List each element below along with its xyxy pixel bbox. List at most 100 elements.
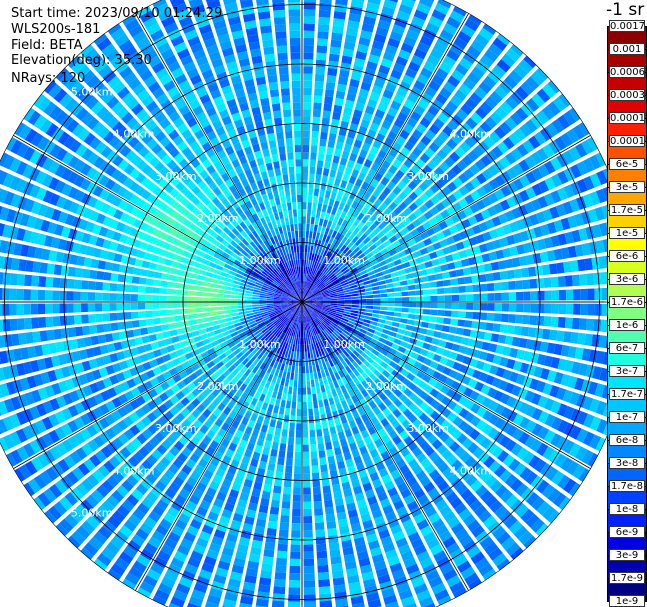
ray-gate [252, 299, 260, 302]
ray-gate [314, 378, 320, 387]
ray-gate [332, 155, 340, 164]
ray-gate [523, 291, 531, 301]
ray-gate [203, 281, 212, 287]
ray-gate [330, 404, 337, 413]
ray-gate [305, 358, 309, 367]
ray-gate [328, 541, 340, 551]
ray-gate [245, 293, 253, 297]
ray-gate [302, 223, 306, 231]
ray-gate [308, 358, 312, 366]
ray-gate [53, 264, 63, 276]
ray-gate [302, 408, 308, 417]
ray-gate [138, 285, 146, 293]
ray-gate [264, 541, 276, 551]
ray-gate [312, 231, 317, 240]
ray-gate [537, 303, 545, 314]
ray-gate [366, 298, 374, 302]
ray-gate [379, 310, 388, 315]
ray-gate [237, 302, 245, 305]
ray-gate [344, 294, 352, 298]
ray-gate [267, 426, 275, 435]
ray-gate [313, 500, 323, 509]
ray-gate [237, 305, 246, 309]
ray-gate [303, 44, 314, 53]
ray-gate [110, 273, 119, 282]
ray-gate [290, 372, 295, 381]
ray-gate [87, 292, 96, 301]
ray-gate [144, 302, 153, 310]
ray-gate [277, 543, 288, 552]
ray-gate [294, 344, 298, 352]
ray-gate [534, 265, 544, 276]
ray-gate [373, 306, 381, 310]
ray-gate [426, 329, 435, 337]
ray-gate [217, 284, 226, 290]
ray-gate [303, 594, 316, 602]
ray-gate [321, 478, 330, 487]
ray-gate [216, 302, 224, 306]
ray-gate [328, 198, 335, 207]
ray-gate [326, 412, 333, 421]
ray-gate [81, 280, 89, 290]
ray-gate [32, 331, 41, 343]
ray-gate [297, 387, 302, 395]
ray-gate [334, 417, 341, 426]
ray-gate [271, 390, 278, 399]
ray-gate [260, 497, 270, 507]
ray-gate [38, 317, 47, 329]
ray-gate [376, 322, 385, 328]
ray-gate [283, 414, 290, 423]
ray-gate [304, 244, 308, 253]
ray-gate [313, 95, 323, 104]
ray-gate [23, 303, 31, 315]
ray-gate [321, 175, 328, 184]
ray-gate [304, 337, 307, 345]
ray-gate [462, 328, 472, 337]
ray-gate [327, 176, 335, 185]
ray-gate [317, 160, 324, 168]
ray-gate [427, 274, 436, 282]
ray-gate [335, 141, 344, 151]
ray-gate [266, 303, 274, 306]
ray-gate [138, 319, 147, 327]
ray-gate [302, 373, 306, 381]
ray-gate [303, 59, 314, 67]
ray-gate [300, 337, 302, 345]
ray-gate [152, 279, 161, 287]
ray-gate [257, 584, 271, 593]
ray-gate [336, 171, 344, 180]
ray-gate [152, 295, 160, 302]
ray-gate [294, 373, 298, 381]
ray-gate [180, 308, 189, 314]
ray-gate [317, 443, 325, 452]
ray-gate [329, 549, 341, 558]
ray-gate [296, 416, 302, 424]
ray-gate [451, 294, 460, 302]
ray-gate [564, 275, 573, 287]
ray-gate [458, 302, 467, 310]
ray-gate [302, 230, 306, 238]
ray-gate [580, 303, 588, 316]
ray-gate [530, 291, 538, 301]
ray-gate [259, 300, 267, 302]
ray-gate [137, 294, 146, 302]
ray-gate [16, 318, 25, 331]
ray-gate [565, 289, 574, 301]
ray-gate [286, 393, 292, 402]
ray-gate [327, 455, 336, 465]
ray-gate [324, 89, 335, 98]
ray-gate [478, 274, 487, 283]
ray-gate [437, 302, 445, 309]
ray-gate [315, 59, 326, 68]
ray-gate [319, 406, 326, 415]
ray-gate [302, 159, 309, 167]
ray-gate [138, 277, 147, 285]
ray-gate [145, 310, 153, 318]
ray-gate [145, 278, 154, 286]
ray-gate [544, 290, 552, 301]
ray-gate [437, 309, 445, 317]
ray-gate [303, 473, 311, 481]
ray-gate [309, 422, 315, 431]
ray-gate [9, 303, 17, 316]
ray-gate [94, 292, 103, 301]
